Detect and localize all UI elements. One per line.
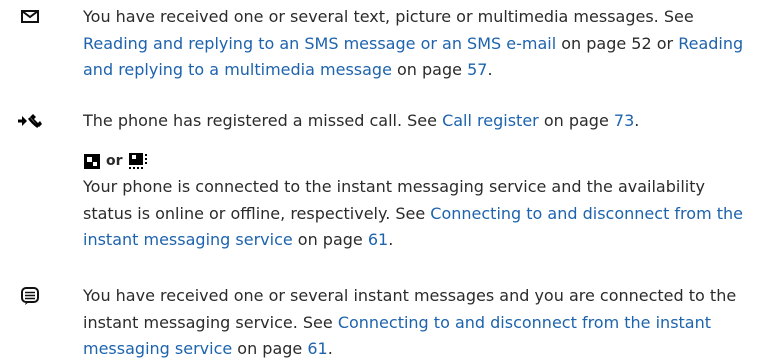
- sms-reading-link[interactable]: Reading and replying to an SMS message o…: [83, 34, 556, 53]
- im-status-text: Your phone is connected to the instant m…: [83, 177, 743, 249]
- im-online-icon: [83, 153, 101, 170]
- messages-description: You have received one or several text, p…: [83, 7, 744, 79]
- call-register-page-link[interactable]: 73: [614, 111, 634, 130]
- mms-page-link[interactable]: 57: [467, 60, 487, 79]
- im-connect-page-link-2[interactable]: 61: [307, 339, 327, 358]
- im-offline-icon: [128, 152, 148, 171]
- call-register-link[interactable]: Call register: [442, 111, 539, 130]
- im-status-description: or Your phone is connected to the instan…: [83, 148, 755, 254]
- instant-messages-description: You have received one or several instant…: [83, 286, 737, 358]
- missed-call-icon: [17, 110, 57, 136]
- or-separator: or: [106, 152, 123, 169]
- im-status-icons-row: or: [83, 148, 755, 174]
- missed-call-description: The phone has registered a missed call. …: [83, 111, 640, 130]
- im-connect-page-link[interactable]: 61: [368, 230, 388, 249]
- envelope-icon: [20, 6, 60, 32]
- instant-message-icon: [20, 286, 60, 312]
